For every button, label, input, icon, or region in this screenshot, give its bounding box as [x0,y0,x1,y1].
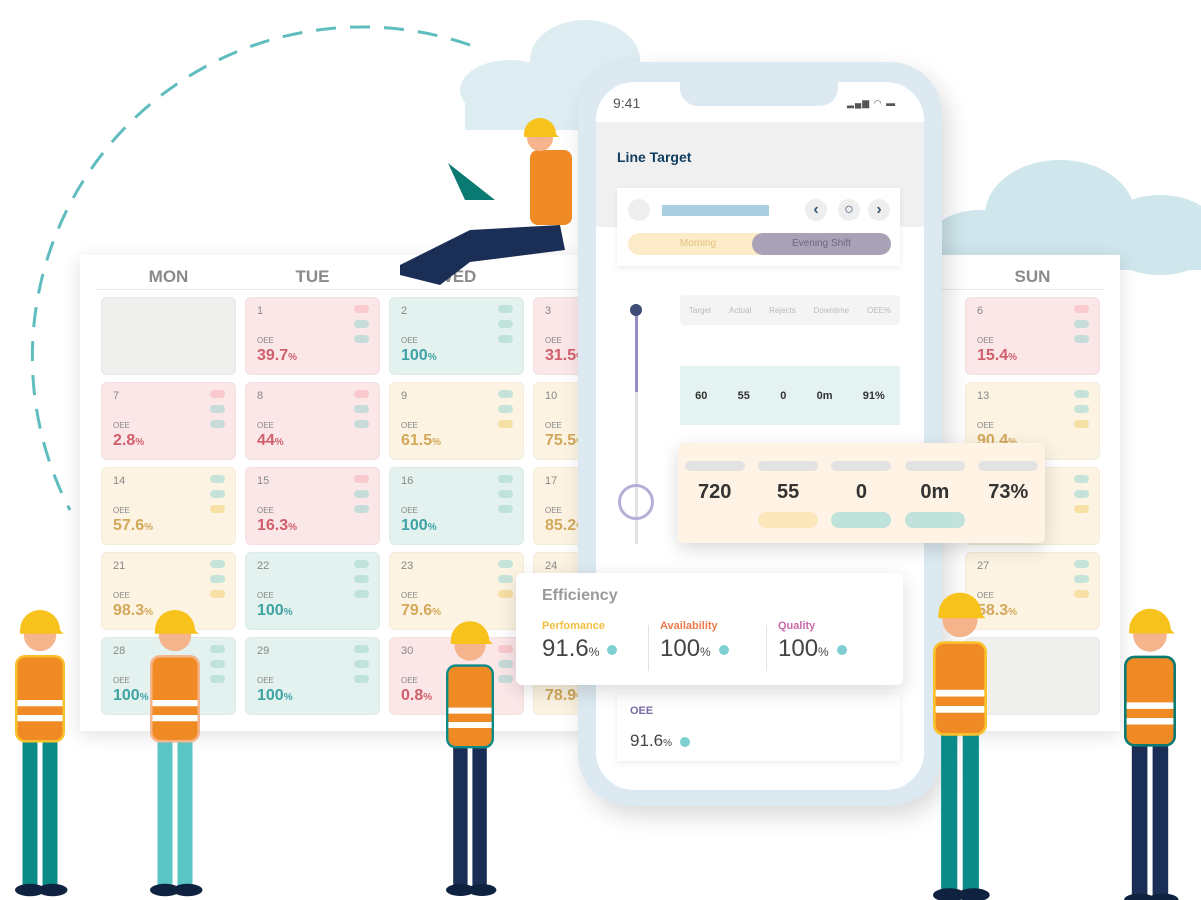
worker-figure [15,610,68,897]
worker-figure [1124,608,1179,900]
workers-illustration [15,118,1179,900]
worker-figure [150,610,203,897]
worker-figure [446,621,497,896]
worker-with-laptop [400,118,572,285]
worker-figure [933,592,990,900]
